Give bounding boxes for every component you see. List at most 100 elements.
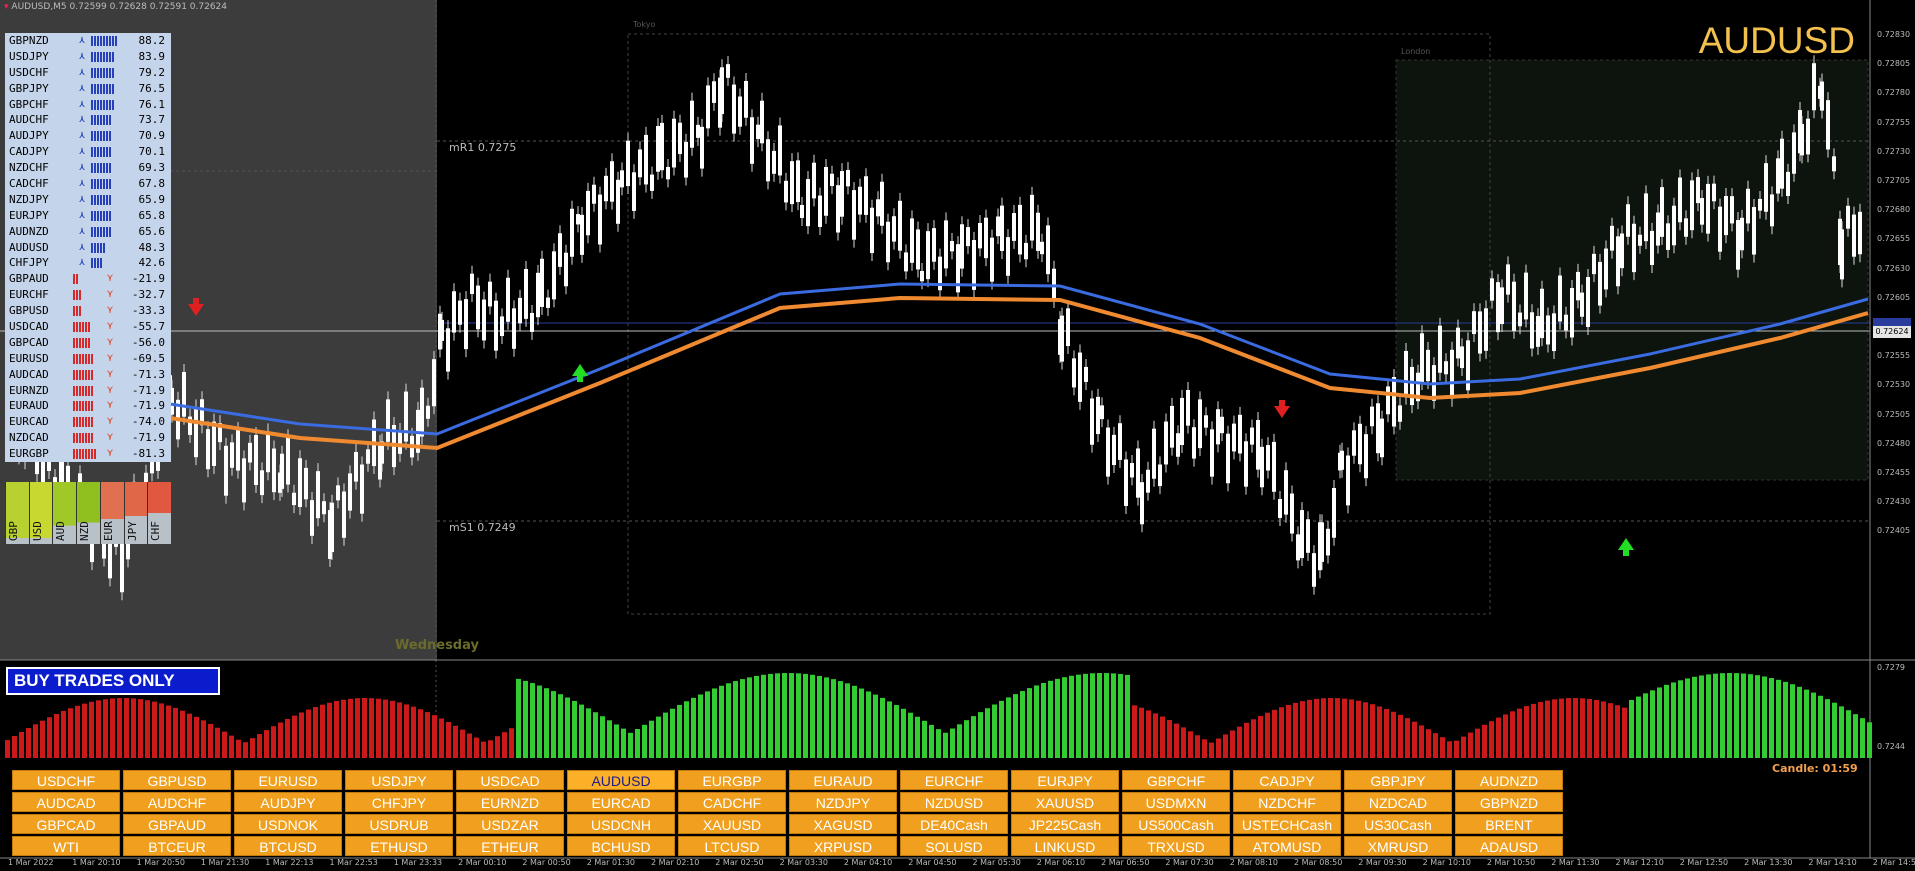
histogram-bar <box>929 724 934 758</box>
symbol-button-atomusd[interactable]: ATOMUSD <box>1233 836 1341 856</box>
chart-window[interactable]: ▾ AUDUSD,M5 0.72599 0.72628 0.72591 0.72… <box>0 0 1915 871</box>
strength-pair: EURUSD <box>9 351 49 365</box>
symbol-button-solusd[interactable]: SOLUSD <box>900 836 1008 856</box>
symbol-button-etheur[interactable]: ETHEUR <box>456 836 564 856</box>
price-chart[interactable] <box>0 0 1915 871</box>
symbol-button-eurcad[interactable]: EURCAD <box>567 792 675 812</box>
histogram-bar <box>1034 685 1039 758</box>
symbol-button-usdmxn[interactable]: USDMXN <box>1122 792 1230 812</box>
histogram-bar <box>1482 724 1487 758</box>
symbol-button-brent[interactable]: BRENT <box>1455 814 1563 834</box>
symbol-button-eurchf[interactable]: EURCHF <box>900 770 1008 790</box>
symbol-button-xmrusd[interactable]: XMRUSD <box>1344 836 1452 856</box>
strength-bars <box>73 352 101 366</box>
candle-body <box>790 161 794 205</box>
symbol-button-eurusd[interactable]: EURUSD <box>234 770 342 790</box>
histogram-bar <box>1692 676 1697 758</box>
symbol-button-gbpnzd[interactable]: GBPNZD <box>1455 792 1563 812</box>
symbol-button-us500cash[interactable]: US500Cash <box>1122 814 1230 834</box>
symbol-button-nzdchf[interactable]: NZDCHF <box>1233 792 1341 812</box>
symbol-button-usdchf[interactable]: USDCHF <box>12 770 120 790</box>
symbol-button-jp225cash[interactable]: JP225Cash <box>1011 814 1119 834</box>
symbol-button-usdzar[interactable]: USDZAR <box>456 814 564 834</box>
symbol-button-ethusd[interactable]: ETHUSD <box>345 836 453 856</box>
strength-value: -32.7 <box>131 288 165 302</box>
histogram-bar <box>1454 740 1459 758</box>
symbol-button-audusd[interactable]: AUDUSD <box>567 770 675 790</box>
candle-body <box>818 195 822 227</box>
symbol-button-cadjpy[interactable]: CADJPY <box>1233 770 1341 790</box>
symbol-button-xagusd[interactable]: XAGUSD <box>789 814 897 834</box>
symbol-button-audnzd[interactable]: AUDNZD <box>1455 770 1563 790</box>
symbol-button-usdjpy[interactable]: USDJPY <box>345 770 453 790</box>
symbol-button-adausd[interactable]: ADAUSD <box>1455 836 1563 856</box>
candle-body <box>260 470 264 496</box>
strength-pair: GBPCHF <box>9 97 49 111</box>
symbol-button-gbpjpy[interactable]: GBPJPY <box>1344 770 1452 790</box>
symbol-button-nzdjpy[interactable]: NZDJPY <box>789 792 897 812</box>
histogram-bar <box>1790 684 1795 758</box>
symbol-button-bchusd[interactable]: BCHUSD <box>567 836 675 856</box>
histogram-bar <box>544 688 549 758</box>
strength-value: 70.9 <box>138 129 166 143</box>
histogram-bar <box>1419 725 1424 758</box>
candle-body <box>852 190 856 240</box>
symbol-button-ltcusd[interactable]: LTCUSD <box>678 836 786 856</box>
candle-body <box>720 67 724 115</box>
symbol-button-gbpusd[interactable]: GBPUSD <box>123 770 231 790</box>
symbol-button-usdnok[interactable]: USDNOK <box>234 814 342 834</box>
symbol-button-nzdcad[interactable]: NZDCAD <box>1344 792 1452 812</box>
symbol-button-btcusd[interactable]: BTCUSD <box>234 836 342 856</box>
strength-bars <box>91 209 119 223</box>
symbol-button-usdrub[interactable]: USDRUB <box>345 814 453 834</box>
symbol-button-gbpaud[interactable]: GBPAUD <box>123 814 231 834</box>
symbol-button-chfjpy[interactable]: CHFJPY <box>345 792 453 812</box>
symbol-button-linkusd[interactable]: LINKUSD <box>1011 836 1119 856</box>
symbol-button-xrpusd[interactable]: XRPUSD <box>789 836 897 856</box>
symbol-button-usdcad[interactable]: USDCAD <box>456 770 564 790</box>
candle-body <box>470 273 474 295</box>
time-axis-label: 2 Mar 02:50 <box>715 858 764 867</box>
chart-header: ▾ AUDUSD,M5 0.72599 0.72628 0.72591 0.72… <box>4 2 227 12</box>
window-menu-icon[interactable]: ▾ <box>4 2 9 12</box>
candle-body <box>1524 272 1528 320</box>
histogram-bar <box>614 724 619 758</box>
histogram-bar <box>1223 734 1228 758</box>
symbol-button-audjpy[interactable]: AUDJPY <box>234 792 342 812</box>
time-axis-label: 1 Mar 22:53 <box>329 858 378 867</box>
candle-body <box>182 372 186 417</box>
symbol-button-de40cash[interactable]: DE40Cash <box>900 814 1008 834</box>
symbol-button-eurjpy[interactable]: EURJPY <box>1011 770 1119 790</box>
histogram-bar <box>453 725 458 758</box>
symbol-button-euraud[interactable]: EURAUD <box>789 770 897 790</box>
histogram-bar <box>103 699 108 758</box>
histogram-bar <box>1111 673 1116 758</box>
symbol-button-audchf[interactable]: AUDCHF <box>123 792 231 812</box>
symbol-button-nzdusd[interactable]: NZDUSD <box>900 792 1008 812</box>
symbol-button-gbpcad[interactable]: GBPCAD <box>12 814 120 834</box>
symbol-button-wti[interactable]: WTI <box>12 836 120 856</box>
strength-bars <box>73 447 101 461</box>
candle-body <box>1570 288 1574 338</box>
symbol-button-btceur[interactable]: BTCEUR <box>123 836 231 856</box>
symbol-button-us30cash[interactable]: US30Cash <box>1344 814 1452 834</box>
candle-body <box>194 407 198 458</box>
histogram-bar <box>1174 723 1179 758</box>
symbol-button-cadchf[interactable]: CADCHF <box>678 792 786 812</box>
histogram-bar <box>383 699 388 758</box>
symbol-button-trxusd[interactable]: TRXUSD <box>1122 836 1230 856</box>
buy-arrow-icon <box>1618 538 1634 556</box>
price-axis-label: 0.72680 <box>1877 205 1911 215</box>
symbol-button-ustechcash[interactable]: USTECHCash <box>1233 814 1341 834</box>
symbol-button-eurgbp[interactable]: EURGBP <box>678 770 786 790</box>
symbol-button-xauusd[interactable]: XAUUSD <box>678 814 786 834</box>
symbol-button-usdcnh[interactable]: USDCNH <box>567 814 675 834</box>
candle-body <box>1460 346 1464 369</box>
symbol-button-audcad[interactable]: AUDCAD <box>12 792 120 812</box>
symbol-button-xauusd[interactable]: XAUUSD <box>1011 792 1119 812</box>
symbol-button-gbpchf[interactable]: GBPCHF <box>1122 770 1230 790</box>
candle-body <box>1266 445 1270 471</box>
histogram-bar <box>292 715 297 758</box>
symbol-button-eurnzd[interactable]: EURNZD <box>456 792 564 812</box>
time-axis-label: 2 Mar 00:50 <box>522 858 571 867</box>
